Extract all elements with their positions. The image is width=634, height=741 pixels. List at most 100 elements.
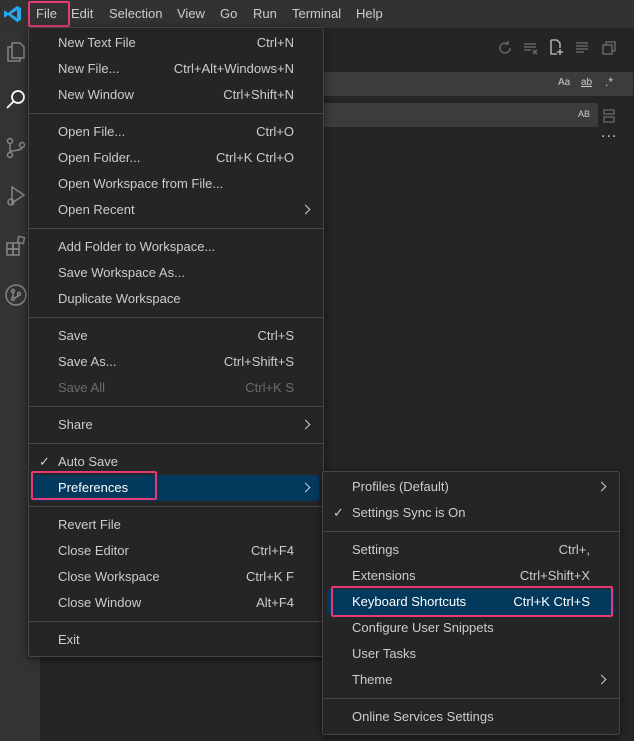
menu-item-exit[interactable]: Exit: [29, 627, 323, 653]
menu-view[interactable]: View: [177, 4, 205, 24]
menu-item-settings[interactable]: Settings Ctrl+,: [323, 537, 619, 563]
menu-item-label: Save: [58, 328, 88, 343]
menu-run[interactable]: Run: [253, 4, 277, 24]
search-icon[interactable]: [4, 88, 28, 112]
menu-item-save-as[interactable]: Save As... Ctrl+Shift+S: [29, 349, 323, 375]
menu-item-shortcut: Ctrl+F4: [251, 543, 294, 558]
use-regex-toggle[interactable]: .*: [605, 75, 613, 89]
menu-item-duplicate-workspace[interactable]: Duplicate Workspace: [29, 286, 323, 312]
menu-item-open-folder[interactable]: Open Folder... Ctrl+K Ctrl+O: [29, 145, 323, 171]
menu-separator: [29, 113, 323, 114]
menu-item-label: Revert File: [58, 517, 121, 532]
menu-file[interactable]: File: [36, 4, 57, 24]
menu-item-label: New Text File: [58, 35, 136, 50]
extensions-icon[interactable]: [4, 234, 28, 258]
menu-item-shortcut: Ctrl+N: [256, 35, 294, 50]
chevron-right-icon: [300, 419, 311, 430]
menu-item-close-editor[interactable]: Close Editor Ctrl+F4: [29, 538, 323, 564]
menu-item-settings-sync-is-on[interactable]: ✓ Settings Sync is On: [323, 500, 619, 526]
menu-item-auto-save[interactable]: ✓ Auto Save: [29, 449, 323, 475]
menu-item-save-workspace-as[interactable]: Save Workspace As...: [29, 260, 323, 286]
view-as-tree-icon[interactable]: [601, 40, 617, 56]
replace-all-icon[interactable]: [601, 108, 617, 124]
menu-item-label: Duplicate Workspace: [58, 291, 181, 306]
search-input[interactable]: Aa ab .*: [323, 72, 633, 96]
menu-edit[interactable]: Edit: [71, 4, 93, 24]
menu-item-extensions[interactable]: Extensions Ctrl+Shift+X: [323, 563, 619, 589]
menu-item-new-window[interactable]: New Window Ctrl+Shift+N: [29, 82, 323, 108]
menu-terminal[interactable]: Terminal: [292, 4, 341, 24]
menu-item-label: Keyboard Shortcuts: [352, 594, 467, 609]
menu-item-label: Auto Save: [58, 454, 118, 469]
preserve-case-toggle[interactable]: AB: [578, 109, 590, 119]
menu-item-configure-user-snippets[interactable]: Configure User Snippets: [323, 615, 619, 641]
match-case-toggle[interactable]: Aa: [558, 77, 570, 88]
menu-item-label: Preferences: [58, 480, 129, 495]
menu-item-save[interactable]: Save Ctrl+S: [29, 323, 323, 349]
menu-item-revert-file[interactable]: Revert File: [29, 512, 323, 538]
menu-item-label: Save Workspace As...: [58, 265, 185, 280]
menu-item-shortcut: Ctrl+Shift+N: [223, 87, 294, 102]
preferences-submenu: Profiles (Default) ✓ Settings Sync is On Se…: [322, 471, 620, 735]
new-search-editor-icon[interactable]: [548, 39, 564, 55]
chevron-right-icon: [300, 204, 311, 215]
check-icon: ✓: [39, 454, 50, 469]
menu-item-share[interactable]: Share: [29, 412, 323, 438]
menu-separator: [29, 443, 323, 444]
git-graph-icon[interactable]: [4, 283, 28, 307]
explorer-icon[interactable]: [4, 40, 28, 64]
menu-item-profiles-default[interactable]: Profiles (Default): [323, 474, 619, 500]
menu-go[interactable]: Go: [220, 4, 237, 24]
menu-item-user-tasks[interactable]: User Tasks: [323, 641, 619, 667]
run-debug-icon[interactable]: [4, 184, 28, 208]
menu-item-shortcut: Ctrl+Shift+X: [519, 568, 590, 583]
menu-separator: [29, 228, 323, 229]
menu-item-label: Open File...: [58, 124, 126, 139]
match-whole-word-toggle[interactable]: ab: [581, 77, 592, 88]
menu-item-shortcut: Ctrl+K Ctrl+O: [215, 150, 294, 165]
file-menu: New Text File Ctrl+N New File... Ctrl+Alt+W…: [28, 27, 324, 657]
collapse-all-icon[interactable]: [574, 40, 590, 56]
menu-item-save-all: Save All Ctrl+K S: [29, 375, 323, 401]
menu-item-new-file[interactable]: New File... Ctrl+Alt+Windows+N: [29, 56, 323, 82]
refresh-icon[interactable]: [497, 40, 513, 56]
menu-item-new-text-file[interactable]: New Text File Ctrl+N: [29, 30, 323, 56]
clear-results-icon[interactable]: [522, 40, 538, 56]
menu-item-label: Open Workspace from File...: [58, 176, 224, 191]
menu-item-label: Online Services Settings: [352, 709, 494, 724]
menu-separator: [29, 621, 323, 622]
menu-separator: [29, 317, 323, 318]
menu-item-close-workspace[interactable]: Close Workspace Ctrl+K F: [29, 564, 323, 590]
menu-item-add-folder-to-workspace[interactable]: Add Folder to Workspace...: [29, 234, 323, 260]
menu-item-label: New File...: [58, 61, 120, 76]
menu-item-theme[interactable]: Theme: [323, 667, 619, 693]
menu-item-shortcut: Ctrl+K Ctrl+S: [513, 594, 590, 609]
menu-item-shortcut: Ctrl+S: [257, 328, 294, 343]
menu-item-label: Close Workspace: [58, 569, 160, 584]
menu-item-open-file[interactable]: Open File... Ctrl+O: [29, 119, 323, 145]
menu-separator: [29, 506, 323, 507]
menu-item-online-services-settings[interactable]: Online Services Settings: [323, 704, 619, 730]
menu-separator: [323, 531, 619, 532]
replace-input[interactable]: AB: [323, 103, 598, 127]
check-icon: ✓: [333, 505, 344, 520]
source-control-icon[interactable]: [4, 136, 28, 160]
menu-separator: [323, 698, 619, 699]
toggle-search-details-button[interactable]: ...: [601, 124, 617, 142]
menu-item-label: Profiles (Default): [352, 479, 449, 494]
chevron-right-icon: [596, 674, 607, 685]
menu-separator: [29, 406, 323, 407]
menu-help[interactable]: Help: [356, 4, 383, 24]
menu-item-shortcut: Ctrl+,: [558, 542, 590, 557]
menu-item-keyboard-shortcuts[interactable]: Keyboard Shortcuts Ctrl+K Ctrl+S: [327, 589, 615, 615]
menu-item-label: New Window: [58, 87, 134, 102]
menu-item-open-workspace-from-file[interactable]: Open Workspace from File...: [29, 171, 323, 197]
chevron-right-icon: [596, 481, 607, 492]
menu-item-shortcut: Ctrl+K S: [245, 380, 294, 395]
menu-selection[interactable]: Selection: [109, 4, 162, 24]
menu-item-label: Exit: [58, 632, 80, 647]
menu-item-open-recent[interactable]: Open Recent: [29, 197, 323, 223]
menu-item-shortcut: Ctrl+Alt+Windows+N: [173, 61, 294, 76]
menu-item-preferences[interactable]: Preferences: [33, 475, 319, 501]
menu-item-close-window[interactable]: Close Window Alt+F4: [29, 590, 323, 616]
